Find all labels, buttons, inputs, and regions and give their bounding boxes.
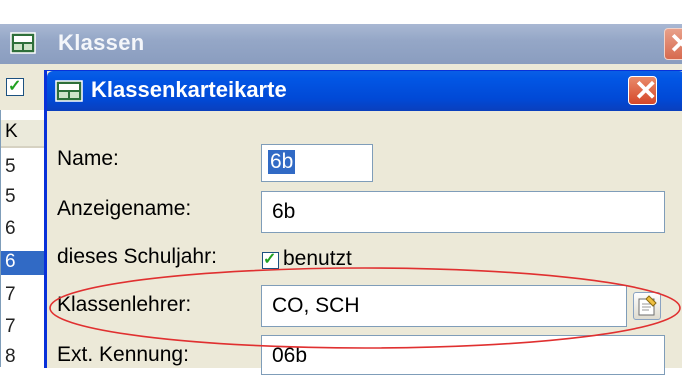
- school-year-label: dieses Schuljahr:: [57, 245, 217, 268]
- klassen-toolbar-checkbox[interactable]: ✓: [6, 78, 24, 96]
- name-field[interactable]: 6b: [261, 144, 373, 182]
- name-label: Name:: [57, 147, 119, 170]
- class-teacher-value: CO, SCH: [272, 294, 360, 317]
- close-icon: ✕: [634, 75, 658, 106]
- klassen-title: Klassen: [58, 30, 145, 55]
- display-name-label: Anzeigename:: [57, 197, 192, 220]
- close-icon: ✕: [669, 28, 682, 59]
- teacher-picker-icon: [638, 295, 657, 316]
- used-checkbox-label[interactable]: benutzt: [283, 247, 352, 271]
- teacher-picker-button[interactable]: [633, 292, 661, 320]
- dialog-close-button[interactable]: ✕: [628, 75, 658, 106]
- display-name-field[interactable]: 6b: [261, 191, 665, 233]
- school-app-icon: [10, 32, 36, 54]
- klassen-title-bar: Klassen ✕: [0, 24, 682, 64]
- name-value: 6b: [268, 150, 296, 174]
- class-teacher-label: Klassenlehrer:: [57, 293, 192, 316]
- checkmark-icon: ✓: [263, 251, 277, 268]
- klassenkarteikarte-dialog: Klassenkarteikarte ✕ Name: 6b Anzeigenam…: [44, 70, 682, 375]
- dialog-title-bar[interactable]: Klassenkarteikarte ✕: [47, 71, 682, 111]
- checkmark-icon: ✓: [8, 78, 22, 95]
- display-name-value: 6b: [272, 200, 296, 223]
- klassen-close-button[interactable]: ✕: [664, 28, 682, 60]
- school-app-icon: [55, 80, 83, 102]
- dialog-title: Klassenkarteikarte: [91, 77, 287, 102]
- ext-id-value: 06b: [272, 344, 308, 367]
- used-checkbox[interactable]: ✓: [262, 251, 279, 269]
- ext-id-field[interactable]: 06b: [261, 335, 665, 375]
- ext-id-label: Ext. Kennung:: [57, 343, 189, 366]
- class-teacher-field[interactable]: CO, SCH: [261, 285, 627, 327]
